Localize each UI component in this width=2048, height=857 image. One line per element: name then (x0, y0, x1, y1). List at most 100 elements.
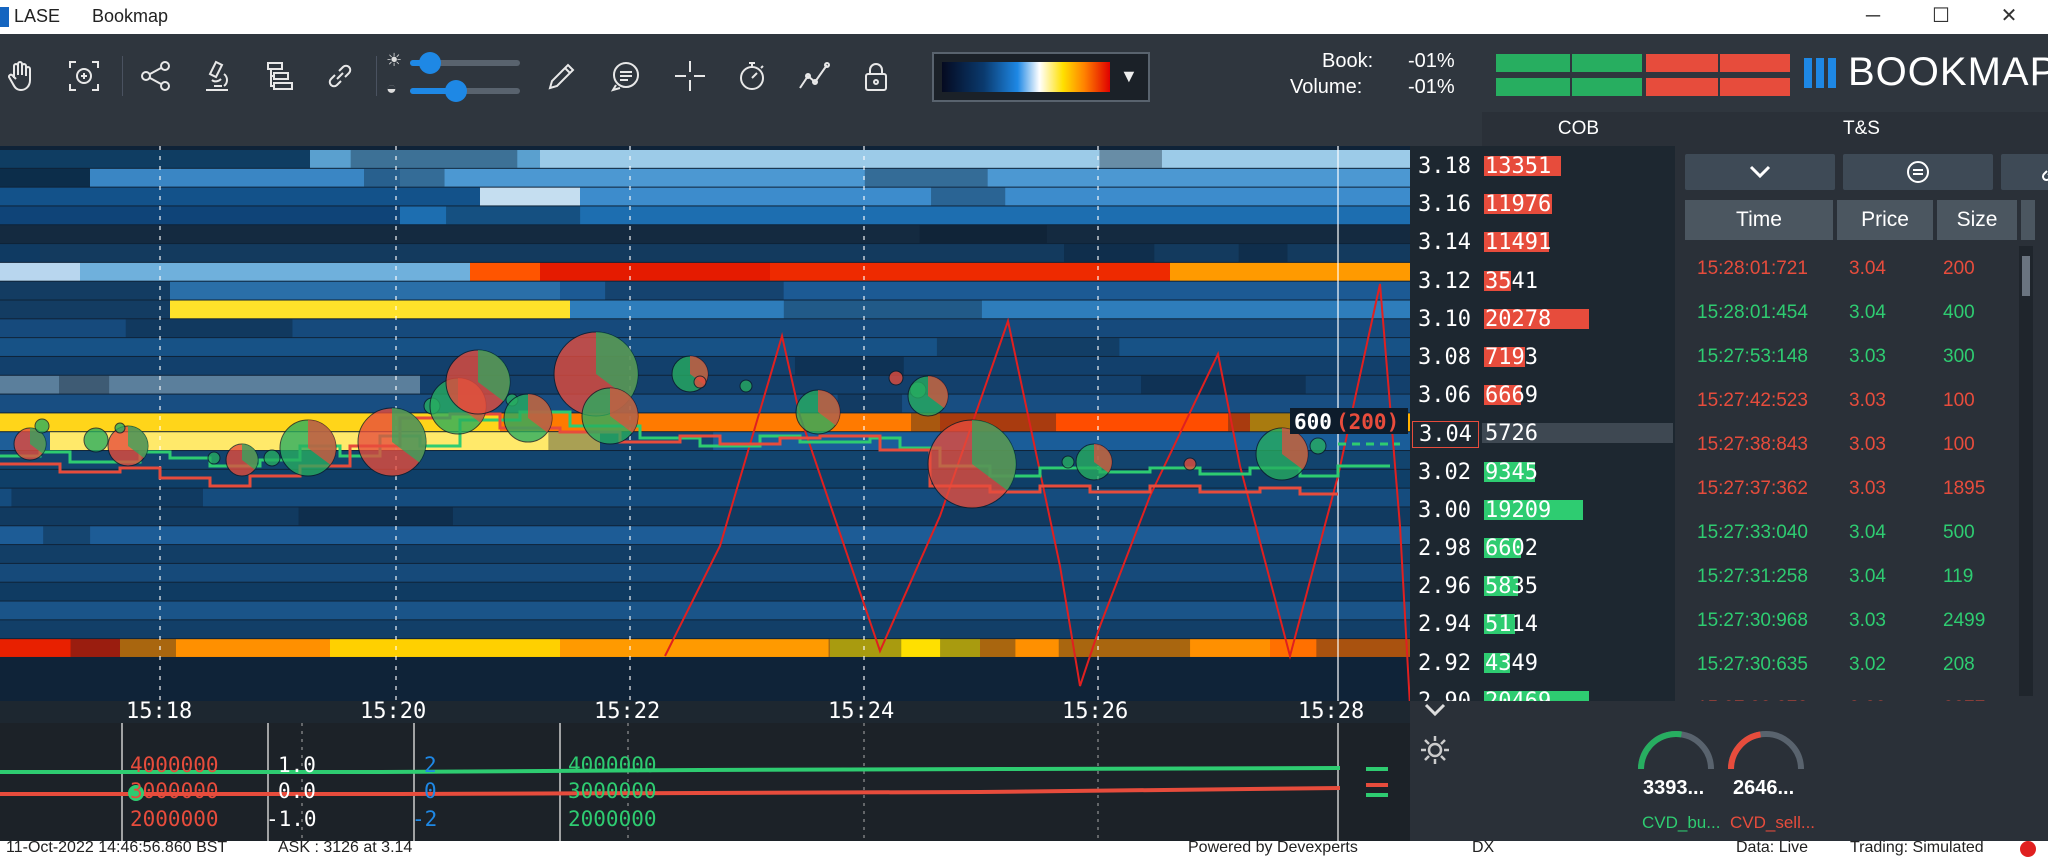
ts-row[interactable]: 15:27:31:258 3.04 119 (1675, 554, 2025, 598)
chat-icon[interactable] (604, 54, 648, 98)
ts-scrollbar-thumb[interactable] (2022, 256, 2030, 296)
book-value: -01% (1408, 50, 1455, 73)
stopwatch-icon[interactable] (730, 54, 774, 98)
ts-row[interactable]: 15:28:01:454 3.04 400 (1675, 290, 2025, 334)
ts-column-time[interactable]: Time (1685, 200, 1833, 240)
ts-row[interactable]: 15:27:53:148 3.03 300 (1675, 334, 2025, 378)
ts-time: 15:28:01:454 (1697, 302, 1808, 324)
heatmap-cell (784, 301, 982, 319)
heatmap-cell (770, 263, 1170, 281)
ts-time: 15:27:37:362 (1697, 478, 1808, 500)
heatmap-cell (170, 282, 560, 300)
cob-size: 6602 (1485, 536, 1538, 561)
layers-icon[interactable] (258, 54, 302, 98)
heatmap-cell (126, 319, 293, 337)
ts-price: 3.03 (1849, 346, 1886, 368)
price-tick-label: 3.06 (1418, 383, 1471, 408)
price-axis[interactable]: 3.18 3.16 3.14 3.12 3.10 3.08 3.06 3.04 3.02 3.00… (1410, 146, 1482, 701)
cob-size: 5835 (1485, 574, 1538, 599)
ts-size: 500 (1943, 522, 1975, 544)
volume-value: -01% (1408, 76, 1455, 99)
ts-size: 100 (1943, 390, 1975, 412)
ts-price: 3.04 (1849, 566, 1886, 588)
lock-icon[interactable] (854, 54, 898, 98)
ts-row[interactable]: 15:27:38:843 3.03 100 (1675, 422, 2025, 466)
indicator3-mid: 0 (424, 779, 437, 803)
heatmap-cell (1059, 639, 1190, 657)
trade-bubble (694, 376, 706, 388)
share-icon[interactable] (134, 54, 178, 98)
cvd-buy-label: CVD_bu... (1642, 813, 1720, 833)
hand-icon[interactable] (0, 54, 44, 98)
heatmap-cell (931, 188, 1005, 206)
heatmap-cell (299, 507, 453, 525)
heatmap-chart[interactable]: 600 (200) (0, 146, 1410, 701)
ts-row[interactable]: 15:27:30:635 3.02 208 (1675, 642, 2025, 686)
heatmap-colormap-selector[interactable]: ▼ (932, 52, 1150, 102)
heatmap-cell (0, 602, 1410, 620)
gauge-fill (1731, 734, 1761, 769)
maximize-button[interactable]: ☐ (1910, 0, 1972, 34)
heatmap-cell (0, 413, 500, 431)
heatmap-cell (43, 526, 90, 544)
chevron-down-icon: ▼ (1120, 66, 1138, 87)
heatmap-cell (865, 169, 988, 187)
indicators-panel[interactable]: 4000000 3000000 2000000 1.0 0.0 -1.0 2 0… (0, 723, 1410, 841)
indicator3-top: 2 (424, 753, 437, 777)
heatmap-cell (351, 150, 518, 168)
cvd-sell-value: 2646... (1733, 777, 1794, 800)
indicator-icon[interactable] (792, 54, 836, 98)
cob-title: COB (1482, 112, 1675, 146)
price-tick-label: 3.00 (1418, 498, 1471, 523)
contrast-icon: ◒ (386, 78, 397, 99)
indicator1-bot: 2000000 (130, 807, 219, 831)
ts-row[interactable]: 15:27:30:968 3.03 2499 (1675, 598, 2025, 642)
ts-row[interactable]: 15:27:42:523 3.03 100 (1675, 378, 2025, 422)
ts-row[interactable]: 15:27:37:362 3.03 1895 (1675, 466, 2025, 510)
heatmap-cell (446, 206, 580, 224)
ts-link-button[interactable] (2001, 154, 2048, 190)
bookmap-logo-icon (1804, 58, 1838, 88)
ts-price: 3.03 (1849, 434, 1886, 456)
ts-size: 119 (1943, 566, 1973, 588)
time-axis[interactable]: 15:18 15:20 15:22 15:24 15:26 15:28 (0, 701, 1410, 723)
ts-column-price[interactable]: Price (1837, 200, 1933, 240)
indicator2-top: 1.0 (278, 753, 316, 777)
last-trade-paren: (200) (1336, 410, 1399, 434)
indicator-legend-buy (1366, 793, 1388, 797)
heatmap-cell (1170, 263, 1410, 281)
ts-size: 2499 (1943, 610, 1985, 632)
ts-column-size[interactable]: Size (1937, 200, 2017, 240)
minimize-button[interactable]: ─ (1842, 0, 1904, 34)
heatmap-cell (0, 564, 1410, 582)
ts-size: 200 (1943, 258, 1975, 280)
cob-size: 20278 (1485, 307, 1551, 332)
link-icon[interactable] (318, 54, 362, 98)
ts-row[interactable]: 15:28:01:721 3.04 200 (1675, 246, 2025, 290)
ts-size: 300 (1943, 346, 1975, 368)
ts-scrollbar[interactable] (2019, 246, 2033, 696)
heatmap-cell (0, 206, 400, 224)
time-tick-label: 15:18 (126, 699, 192, 724)
brightness-slider[interactable] (410, 60, 520, 66)
ts-row[interactable]: 15:27:33:040 3.04 500 (1675, 510, 2025, 554)
ts-time: 15:27:38:843 (1697, 434, 1808, 456)
heatmap-cell (920, 225, 1047, 243)
heatmap-cell (560, 639, 830, 657)
crosshair-icon[interactable] (668, 54, 712, 98)
indicator4-bot: 2000000 (568, 807, 657, 831)
zoom-fit-icon[interactable] (62, 54, 106, 98)
chevron-down-icon[interactable] (1420, 701, 1450, 721)
ts-price: 3.03 (1849, 390, 1886, 412)
trade-bubble (1310, 438, 1326, 454)
heatmap-cell (0, 545, 1410, 563)
microscope-icon[interactable] (196, 54, 240, 98)
close-button[interactable]: ✕ (1978, 0, 2040, 34)
ts-dropdown-button[interactable] (1685, 154, 1835, 190)
ts-chat-button[interactable] (1843, 154, 1993, 190)
trade-bubble (115, 423, 125, 433)
pencil-icon[interactable] (540, 54, 584, 98)
contrast-slider[interactable] (410, 88, 520, 94)
gear-icon[interactable] (1418, 733, 1452, 767)
book-label: Book: (1322, 50, 1373, 73)
